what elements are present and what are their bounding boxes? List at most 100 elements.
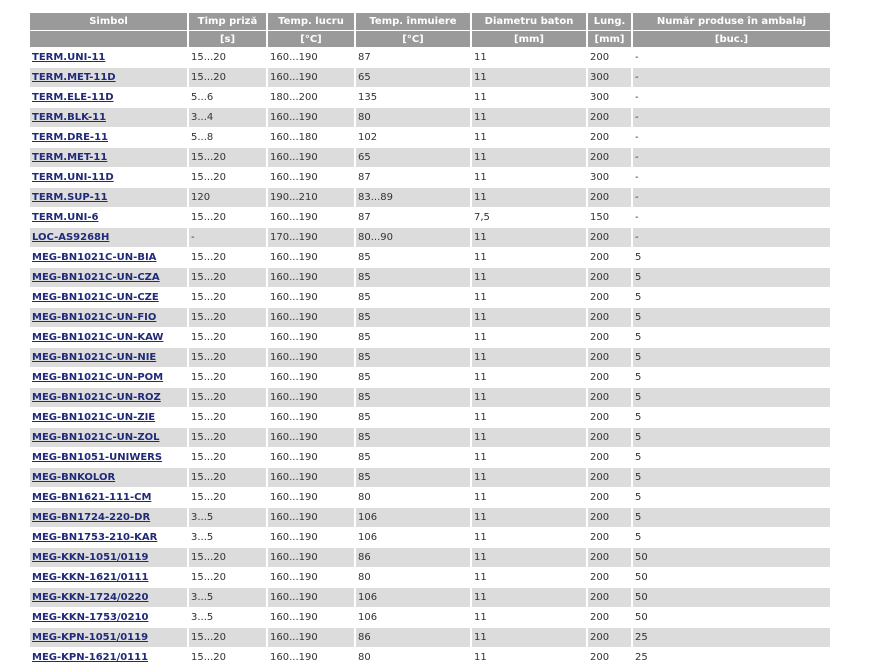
cell-numar-produse: 5: [632, 488, 830, 508]
cell-simbol: MEG-KKN-1753/0210: [30, 608, 188, 628]
cell-simbol: TERM.DRE-11: [30, 128, 188, 148]
cell-numar-produse: 5: [632, 348, 830, 368]
product-symbol-link[interactable]: TERM.MET-11: [32, 152, 107, 163]
cell-simbol: MEG-KKN-1051/0119: [30, 548, 188, 568]
cell-timp-priza: 15...20: [188, 428, 267, 448]
cell-temp-lucru: 160...190: [267, 448, 355, 468]
product-symbol-link[interactable]: LOC-AS9268H: [32, 232, 109, 243]
cell-temp-lucru: 160...190: [267, 548, 355, 568]
product-symbol-link[interactable]: MEG-BN1021C-UN-BIA: [32, 252, 156, 263]
table-row: TERM.ELE-11D5...6180...20013511300-: [30, 88, 830, 108]
cell-simbol: MEG-KKN-1724/0220: [30, 588, 188, 608]
product-symbol-link[interactable]: MEG-BN1753-210-KAR: [32, 532, 157, 543]
cell-diametru-baton: 11: [471, 88, 587, 108]
cell-timp-priza: 3...5: [188, 528, 267, 548]
product-symbol-link[interactable]: MEG-BNKOLOR: [32, 472, 115, 483]
cell-temp-inmuiere: 135: [355, 88, 471, 108]
cell-timp-priza: 120: [188, 188, 267, 208]
product-symbol-link[interactable]: TERM.DRE-11: [32, 132, 108, 143]
cell-temp-lucru: 160...190: [267, 248, 355, 268]
product-symbol-link[interactable]: TERM.MET-11D: [32, 72, 116, 83]
cell-lung: 200: [587, 528, 632, 548]
product-symbol-link[interactable]: MEG-BN1021C-UN-ZOL: [32, 432, 159, 443]
product-symbol-link[interactable]: MEG-KKN-1051/0119: [32, 552, 148, 563]
cell-temp-inmuiere: 106: [355, 608, 471, 628]
cell-numar-produse: 5: [632, 368, 830, 388]
cell-temp-lucru: 160...190: [267, 368, 355, 388]
cell-simbol: MEG-BN1021C-UN-ZIE: [30, 408, 188, 428]
product-symbol-link[interactable]: MEG-BN1724-220-DR: [32, 512, 150, 523]
table-body: TERM.UNI-1115...20160...1908711200-TERM.…: [30, 48, 830, 667]
table-row: MEG-BN1021C-UN-NIE15...20160...190851120…: [30, 348, 830, 368]
cell-simbol: MEG-KKN-1621/0111: [30, 568, 188, 588]
product-symbol-link[interactable]: MEG-BN1021C-UN-NIE: [32, 352, 156, 363]
cell-temp-lucru: 160...190: [267, 288, 355, 308]
cell-simbol: MEG-BN1051-UNIWERS: [30, 448, 188, 468]
product-symbol-link[interactable]: TERM.BLK-11: [32, 112, 106, 123]
cell-diametru-baton: 7,5: [471, 208, 587, 228]
cell-temp-lucru: 160...190: [267, 508, 355, 528]
cell-temp-inmuiere: 80...90: [355, 228, 471, 248]
product-symbol-link[interactable]: MEG-BN1021C-UN-ZIE: [32, 412, 155, 423]
cell-temp-lucru: 190...210: [267, 188, 355, 208]
cell-temp-inmuiere: 86: [355, 628, 471, 648]
cell-lung: 200: [587, 548, 632, 568]
cell-simbol: TERM.ELE-11D: [30, 88, 188, 108]
product-symbol-link[interactable]: TERM.ELE-11D: [32, 92, 114, 103]
cell-timp-priza: 15...20: [188, 468, 267, 488]
cell-simbol: MEG-BN1021C-UN-ZOL: [30, 428, 188, 448]
product-symbol-link[interactable]: TERM.UNI-11: [32, 52, 105, 63]
product-symbol-link[interactable]: MEG-BN1021C-UN-KAW: [32, 332, 163, 343]
cell-temp-inmuiere: 85: [355, 368, 471, 388]
product-symbol-link[interactable]: MEG-KKN-1621/0111: [32, 572, 148, 583]
product-symbol-link[interactable]: TERM.UNI-6: [32, 212, 98, 223]
cell-lung: 200: [587, 228, 632, 248]
cell-timp-priza: 15...20: [188, 308, 267, 328]
header-row: Simbol Timp priză Temp. lucru Temp. înmu…: [30, 13, 830, 31]
product-symbol-link[interactable]: MEG-BN1021C-UN-CZE: [32, 292, 159, 303]
cell-timp-priza: 3...5: [188, 608, 267, 628]
table-row: MEG-BN1051-UNIWERS15...20160...190851120…: [30, 448, 830, 468]
cell-lung: 200: [587, 388, 632, 408]
product-symbol-link[interactable]: MEG-KKN-1753/0210: [32, 612, 148, 623]
cell-numar-produse: -: [632, 148, 830, 168]
cell-temp-inmuiere: 83...89: [355, 188, 471, 208]
product-symbol-link[interactable]: MEG-BN1021C-UN-POM: [32, 372, 163, 383]
product-symbol-link[interactable]: MEG-BN1621-111-CM: [32, 492, 151, 503]
cell-diametru-baton: 11: [471, 548, 587, 568]
cell-temp-lucru: 160...190: [267, 528, 355, 548]
table-row: MEG-KPN-1051/011915...20160...1908611200…: [30, 628, 830, 648]
cell-lung: 150: [587, 208, 632, 228]
cell-temp-inmuiere: 80: [355, 108, 471, 128]
cell-lung: 200: [587, 628, 632, 648]
cell-diametru-baton: 11: [471, 488, 587, 508]
table-row: TERM.UNI-1115...20160...1908711200-: [30, 48, 830, 68]
table-row: TERM.UNI-615...20160...190877,5150-: [30, 208, 830, 228]
cell-temp-lucru: 160...190: [267, 208, 355, 228]
cell-temp-lucru: 160...190: [267, 588, 355, 608]
product-symbol-link[interactable]: TERM.UNI-11D: [32, 172, 114, 183]
cell-diametru-baton: 11: [471, 188, 587, 208]
products-table: Simbol Timp priză Temp. lucru Temp. înmu…: [30, 13, 830, 667]
cell-temp-inmuiere: 85: [355, 408, 471, 428]
cell-temp-lucru: 160...190: [267, 388, 355, 408]
cell-timp-priza: 15...20: [188, 348, 267, 368]
product-symbol-link[interactable]: MEG-BN1021C-UN-ROZ: [32, 392, 161, 403]
product-symbol-link[interactable]: MEG-KPN-1051/0119: [32, 632, 148, 643]
cell-diametru-baton: 11: [471, 448, 587, 468]
cell-timp-priza: 15...20: [188, 288, 267, 308]
cell-temp-lucru: 170...190: [267, 228, 355, 248]
product-symbol-link[interactable]: MEG-BN1021C-UN-CZA: [32, 272, 160, 283]
product-symbol-link[interactable]: MEG-KKN-1724/0220: [32, 592, 148, 603]
product-symbol-link[interactable]: TERM.SUP-11: [32, 192, 108, 203]
cell-temp-inmuiere: 80: [355, 488, 471, 508]
table-row: MEG-BN1724-220-DR3...5160...190106112005: [30, 508, 830, 528]
product-symbol-link[interactable]: MEG-BN1051-UNIWERS: [32, 452, 162, 463]
unit-simbol: [30, 31, 188, 48]
table-row: MEG-BN1021C-UN-ZIE15...20160...190851120…: [30, 408, 830, 428]
cell-temp-lucru: 160...190: [267, 68, 355, 88]
cell-temp-lucru: 160...190: [267, 428, 355, 448]
product-symbol-link[interactable]: MEG-BN1021C-UN-FIO: [32, 312, 156, 323]
cell-lung: 200: [587, 348, 632, 368]
product-symbol-link[interactable]: MEG-KPN-1621/0111: [32, 652, 148, 663]
